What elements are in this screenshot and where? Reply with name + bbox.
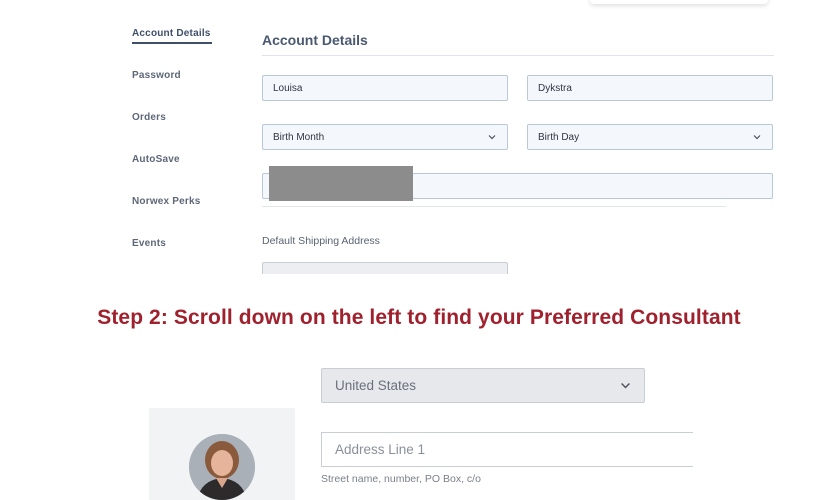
chevron-down-icon bbox=[488, 135, 496, 140]
consultant-photo-icon bbox=[189, 434, 255, 500]
birth-month-label: Birth Month bbox=[273, 131, 325, 143]
birth-day-label: Birth Day bbox=[538, 131, 580, 143]
last-name-field[interactable]: Dykstra bbox=[527, 75, 773, 101]
instruction-heading: Step 2: Scroll down on the left to find … bbox=[97, 306, 741, 329]
default-shipping-label: Default Shipping Address bbox=[262, 235, 380, 247]
birth-day-select[interactable]: Birth Day bbox=[527, 124, 773, 150]
country-value: United States bbox=[335, 378, 417, 393]
first-name-field[interactable]: Louisa bbox=[262, 75, 508, 101]
sidebar-item-password[interactable]: Password bbox=[132, 70, 181, 81]
sidebar-item-autosave[interactable]: AutoSave bbox=[132, 154, 180, 165]
address-line-1-hint: Street name, number, PO Box, c/o bbox=[321, 473, 481, 485]
chevron-down-icon bbox=[753, 135, 761, 140]
title-divider bbox=[262, 55, 774, 56]
birth-month-select[interactable]: Birth Month bbox=[262, 124, 508, 150]
sidebar-item-events[interactable]: Events bbox=[132, 238, 166, 249]
shipping-address-select[interactable] bbox=[262, 262, 508, 274]
sidebar-item-orders[interactable]: Orders bbox=[132, 112, 166, 123]
screenshot-stage: Account Details Password Orders AutoSave… bbox=[0, 0, 820, 500]
country-select[interactable]: United States bbox=[321, 368, 645, 403]
avatar bbox=[189, 434, 255, 500]
field-divider bbox=[262, 206, 726, 207]
sidebar-item-norwex-perks[interactable]: Norwex Perks bbox=[132, 196, 201, 207]
active-tab-indicator bbox=[132, 42, 212, 44]
sidebar-item-account-details[interactable]: Account Details bbox=[132, 28, 211, 39]
address-line-1-input[interactable]: Address Line 1 bbox=[321, 432, 693, 467]
page-title: Account Details bbox=[262, 32, 368, 48]
floating-card bbox=[590, 0, 768, 4]
chevron-down-icon bbox=[621, 383, 630, 389]
redaction-block bbox=[269, 166, 413, 201]
